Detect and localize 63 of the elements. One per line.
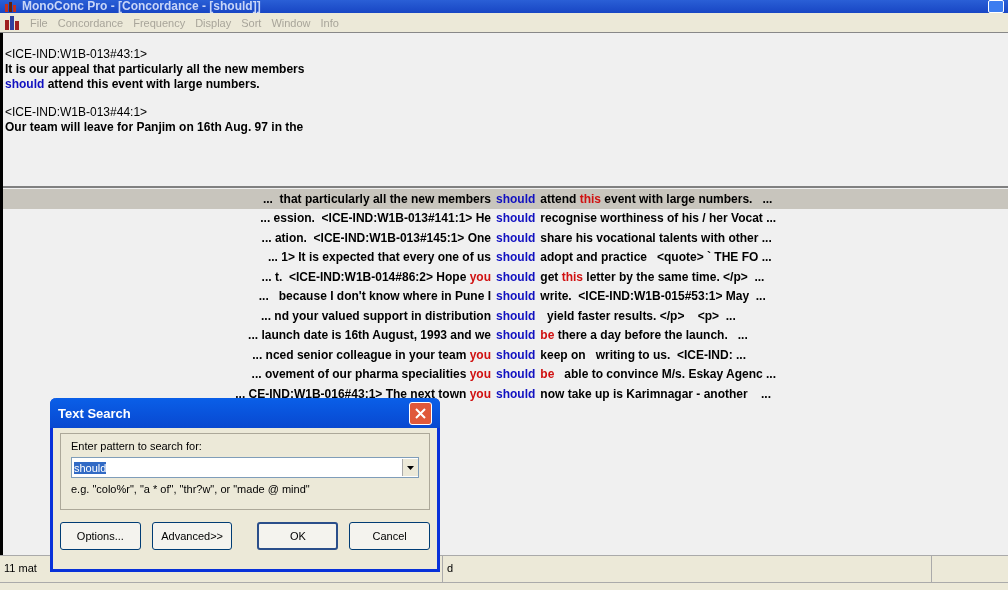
keyword: should [495, 211, 537, 226]
concordance-line[interactable]: ... ovement of our pharma specialities you should be able to convince M/s. Eskay Agenc ... [3, 364, 1008, 384]
keyword: should [495, 250, 537, 265]
concordance-line[interactable]: ... ession. <ICE-IND:W1B-013#141:1> He should recognise worthiness of his / her Vocat ... [3, 208, 1008, 228]
left-context: ... t. <ICE-IND:W1B-014#86:2> Hope you [260, 269, 491, 284]
dialog-title: Text Search [58, 405, 132, 421]
dropdown-icon[interactable] [407, 465, 414, 470]
keyword: should [495, 269, 537, 284]
left-context: ... launch date is 16th August, 1993 and we [247, 328, 491, 343]
concordance-line[interactable]: ... 1> It is expected that every one of us should adopt and practice <quote> ` THE FO ... [3, 247, 1008, 267]
keyword: should [495, 328, 537, 343]
reference-tag: <ICE-IND:W1B-013#43:1> [5, 47, 1006, 62]
right-context: yield faster results. </p> <p> ... [546, 308, 737, 323]
close-button[interactable] [409, 401, 432, 425]
concordance-line[interactable]: ... CE-IND:W1B-016#43:1> The next town you should now take up is Karimnagar - another ... [3, 384, 1008, 404]
close-icon [415, 407, 426, 419]
concordance-line[interactable]: ... because I don't know where in Pune I should write. <ICE-IND:W1B-015#53:1> May ... [3, 286, 1008, 306]
keyword: should [495, 367, 537, 382]
right-context: now take up is Karimnagar - another ... [540, 386, 773, 401]
concordance-line[interactable]: ... nced senior colleague in your team you should keep on writing to us. <ICE-IND: ... [3, 345, 1008, 365]
right-context: share his vocational talents with other ... [540, 230, 773, 245]
app-icon [4, 15, 20, 30]
right-context: be there a day before the launch. ... [540, 328, 749, 343]
concordance-line[interactable]: ... ation. <ICE-IND:W1B-013#145:1> One should share his vocational talents with other ... [3, 228, 1008, 248]
left-context: ... ation. <ICE-IND:W1B-013#145:1> One [260, 230, 491, 245]
concordance-line[interactable]: ... t. <ICE-IND:W1B-014#86:2> Hope you should get this letter by the same time. </p> ... [3, 267, 1008, 287]
left-context: ... nd your valued support in distribution [260, 308, 491, 323]
pattern-field[interactable]: should [71, 457, 419, 478]
right-context: keep on writing to us. <ICE-IND: ... [540, 347, 747, 362]
right-context: get this letter by the same time. </p> ... [540, 269, 766, 284]
left-context: ... nced senior colleague in your team you [251, 347, 491, 362]
left-context: ... ession. <ICE-IND:W1B-013#141:1> He [259, 211, 491, 226]
left-context: ... that particularly all the new members [261, 191, 491, 206]
text-line: should attend this event with large numbers. [5, 77, 261, 92]
keyword: should [495, 230, 537, 245]
right-context: be able to convince M/s. Eskay Agenc ... [540, 367, 777, 382]
left-context: ... CE-IND:W1B-016#43:1> The next town you [234, 386, 491, 401]
keyword: should [495, 347, 537, 362]
right-context: adopt and practice <quote> ` THE FO ... [540, 250, 773, 265]
concordance-line[interactable]: ... nd your valued support in distribution should yield faster results. </p> <p> ... [3, 306, 1008, 326]
dialog-button[interactable]: Cancel [349, 522, 430, 550]
keyword: should [495, 386, 537, 401]
text-line: It is our appeal that particularly all the new members [5, 62, 306, 77]
dialog-button[interactable]: OK [257, 522, 339, 550]
right-context: recognise worthiness of his / her Vocat ... [540, 211, 778, 226]
window-title: MonoConc Pro - [Concordance - [should]] [22, 0, 261, 13]
right-context: attend this event with large numbers. ... [540, 191, 774, 206]
keyword: should [495, 308, 537, 323]
dialog-button[interactable]: Advanced>> [151, 522, 233, 550]
dialog-button[interactable]: Options... [60, 522, 141, 550]
hint-text: e.g. "colo%r", "a * of", "thr?w", or "made @ mind" [71, 483, 311, 495]
restore-button[interactable] [988, 0, 1004, 13]
right-context: write. <ICE-IND:W1B-015#53:1> May ... [540, 289, 767, 304]
text-line: Our team will leave for Panjim on 16th Aug. 97 in the [5, 120, 305, 135]
left-context: ... 1> It is expected that every one of us [266, 250, 491, 265]
keyword: should [495, 289, 537, 304]
left-context: ... because I don't know where in Pune I [257, 289, 491, 304]
field-label: Enter pattern to search for: [71, 440, 203, 452]
app-icon [4, 1, 18, 12]
left-context: ... ovement of our pharma specialities you [250, 367, 491, 382]
keyword: should [495, 191, 537, 206]
reference-tag: <ICE-IND:W1B-013#44:1> [5, 105, 1006, 120]
concordance-line[interactable]: ... launch date is 16th August, 1993 and we should be there a day before the launch. ... [3, 325, 1008, 345]
